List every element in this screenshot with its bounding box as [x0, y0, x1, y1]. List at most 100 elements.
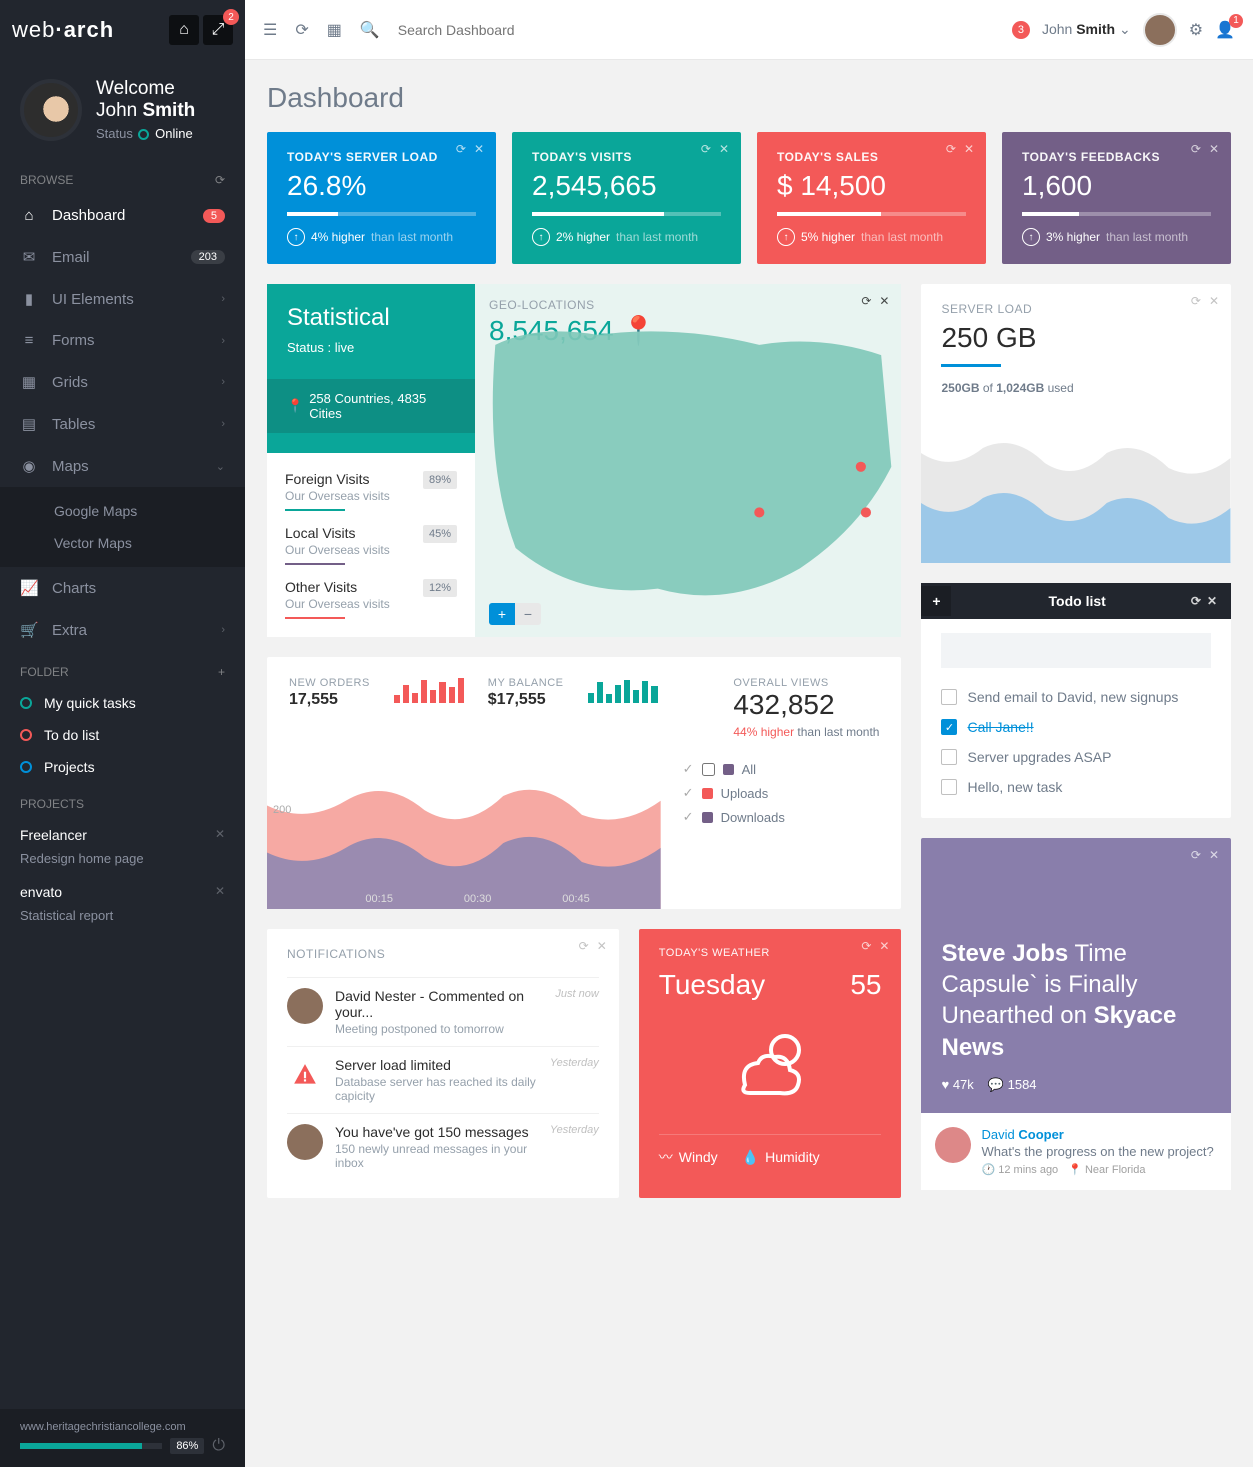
commenter-name[interactable]: David Cooper: [981, 1127, 1217, 1142]
nav-grids[interactable]: ▦Grids›: [0, 361, 245, 403]
checkbox[interactable]: [941, 749, 957, 765]
commenter-avatar[interactable]: [935, 1127, 971, 1163]
chart-legend: ✓All ✓Uploads ✓Downloads: [661, 749, 902, 909]
legend-downloads[interactable]: ✓Downloads: [683, 809, 880, 825]
legend-uploads[interactable]: ✓Uploads: [683, 785, 880, 801]
stat-visits: ⟳✕ TODAY'S VISITS 2,545,665 ↑2% higherth…: [512, 132, 741, 264]
map-card: Statistical Status : live 📍258 Countries…: [267, 284, 901, 637]
todo-item-1[interactable]: Send email to David, new signups: [941, 682, 1211, 712]
refresh-icon[interactable]: ⟳: [1191, 848, 1201, 862]
chevron-right-icon: ›: [221, 418, 225, 430]
welcome-text: Welcome: [96, 78, 225, 100]
expand-icon[interactable]: ⤢2: [203, 15, 233, 45]
arrow-up-icon: ↑: [777, 228, 795, 246]
checkbox[interactable]: [941, 779, 957, 795]
list-icon: ≡: [20, 332, 38, 349]
map[interactable]: ⟳✕ GEO-LOCATIONS 8,545,654 📍 + −: [475, 284, 901, 637]
envelope-icon: ✉: [20, 248, 38, 266]
profile-avatar[interactable]: [20, 79, 82, 141]
globe-icon: ◉: [20, 457, 38, 475]
project-freelancer[interactable]: Freelancer✕: [0, 819, 245, 851]
heart-icon: ♥ 47k: [941, 1077, 973, 1093]
arrow-up-icon: ↑: [1022, 228, 1040, 246]
topbar-avatar[interactable]: [1143, 13, 1177, 47]
todo-item-2[interactable]: ✓Call Jane!!: [941, 712, 1211, 742]
zoom-in-button[interactable]: +: [489, 603, 515, 625]
expand-badge: 2: [223, 9, 239, 25]
visit-other: Other VisitsOur Overseas visits 12%: [285, 579, 457, 619]
notif-1[interactable]: David Nester - Commented on your...Meeti…: [287, 977, 599, 1046]
search-input[interactable]: [398, 22, 994, 38]
avatar-icon: [287, 988, 323, 1024]
todo-add-button[interactable]: +: [921, 586, 951, 616]
close-icon[interactable]: ✕: [1209, 294, 1219, 308]
checkbox-checked[interactable]: ✓: [941, 719, 957, 735]
clock-icon: 🕐 12 mins ago: [981, 1163, 1058, 1176]
folder-quick[interactable]: My quick tasks: [0, 687, 245, 719]
nav-charts[interactable]: 📈Charts: [0, 567, 245, 609]
plus-icon[interactable]: +: [218, 665, 225, 679]
logo-area: web·arch ⌂ ⤢2: [0, 0, 245, 60]
notif-2[interactable]: Server load limitedDatabase server has r…: [287, 1046, 599, 1113]
statistical-status: Status : live: [287, 340, 455, 355]
maps-subnav: Google Maps Vector Maps: [0, 487, 245, 567]
refresh-icon[interactable]: ⟳: [1191, 594, 1201, 608]
main: ☰ ⟳ ▦ 🔍 3 John Smith ⌄ ⚙ 👤1 Dashboard ⟳✕…: [245, 0, 1253, 1467]
legend-all[interactable]: ✓All: [683, 761, 880, 777]
todo-input[interactable]: [941, 633, 1211, 668]
chevron-down-icon: ⌄: [216, 460, 225, 473]
todo-item-4[interactable]: Hello, new task: [941, 772, 1211, 802]
menu-icon[interactable]: ☰: [263, 20, 277, 40]
folder-todo[interactable]: To do list: [0, 719, 245, 751]
arrow-up-icon: ↑: [532, 228, 550, 246]
project-envato[interactable]: envato✕: [0, 876, 245, 908]
subnav-vector-maps[interactable]: Vector Maps: [0, 527, 245, 559]
pin-icon: 📍 Near Florida: [1068, 1163, 1145, 1176]
todo-item-3[interactable]: Server upgrades ASAP: [941, 742, 1211, 772]
table-icon: ▤: [20, 415, 38, 433]
warning-icon: [287, 1057, 323, 1093]
refresh-icon[interactable]: ⟳: [1191, 294, 1201, 308]
close-icon[interactable]: ✕: [1209, 848, 1219, 862]
chevron-right-icon: ›: [221, 624, 225, 636]
close-icon[interactable]: ✕: [215, 827, 225, 843]
news-headline[interactable]: Steve Jobs Time Capsule` is Finally Unea…: [941, 938, 1211, 1063]
topbar-badge: 3: [1012, 21, 1030, 39]
nav-email[interactable]: ✉Email203: [0, 236, 245, 278]
nav-extra[interactable]: 🛒Extra›: [0, 609, 245, 651]
folder-heading: FOLDER+: [0, 651, 245, 687]
project-freelancer-sub: Redesign home page: [0, 851, 245, 876]
chevron-right-icon: ›: [221, 293, 225, 305]
reload-icon[interactable]: ⟳: [295, 20, 308, 40]
zoom-out-button[interactable]: −: [515, 603, 541, 625]
user-badge: 1: [1229, 14, 1243, 28]
overall-views: OVERALL VIEWS 432,852 44% higher than la…: [733, 677, 879, 739]
user-icon[interactable]: 👤1: [1215, 20, 1235, 40]
home-icon[interactable]: ⌂: [169, 15, 199, 45]
nav-ui[interactable]: ▮UI Elements›: [0, 278, 245, 320]
comment-icon: 💬 1584: [988, 1077, 1037, 1093]
notif-3[interactable]: You have've got 150 messages150 newly un…: [287, 1113, 599, 1180]
close-icon[interactable]: ✕: [215, 884, 225, 900]
close-icon[interactable]: ✕: [597, 939, 607, 953]
close-icon[interactable]: ✕: [1207, 594, 1217, 608]
refresh-icon[interactable]: ⟳: [579, 939, 589, 953]
nav-maps[interactable]: ◉Maps⌄: [0, 445, 245, 487]
arrow-up-icon: ↑: [287, 228, 305, 246]
nav-forms[interactable]: ≡Forms›: [0, 320, 245, 361]
power-icon[interactable]: ⏻: [212, 1437, 225, 1455]
subnav-google-maps[interactable]: Google Maps: [0, 495, 245, 527]
footer-progress: [20, 1443, 162, 1449]
refresh-icon[interactable]: ⟳: [215, 173, 225, 187]
folder-projects[interactable]: Projects: [0, 751, 245, 783]
nav-tables[interactable]: ▤Tables›: [0, 403, 245, 445]
weather-card: ⟳✕ TODAY'S WEATHER Tuesday55 〰Windy 💧Hum…: [639, 929, 902, 1198]
news-comment: David Cooper What's the progress on the …: [921, 1113, 1231, 1190]
nav-dashboard[interactable]: ⌂Dashboard5: [0, 195, 245, 236]
checkbox[interactable]: [941, 689, 957, 705]
apps-icon[interactable]: ▦: [327, 20, 342, 40]
gear-icon[interactable]: ⚙: [1189, 20, 1203, 40]
profile-block: Welcome John Smith Status Online: [0, 60, 245, 159]
topbar-username[interactable]: John Smith ⌄: [1042, 21, 1131, 38]
home-icon: ⌂: [20, 207, 38, 224]
